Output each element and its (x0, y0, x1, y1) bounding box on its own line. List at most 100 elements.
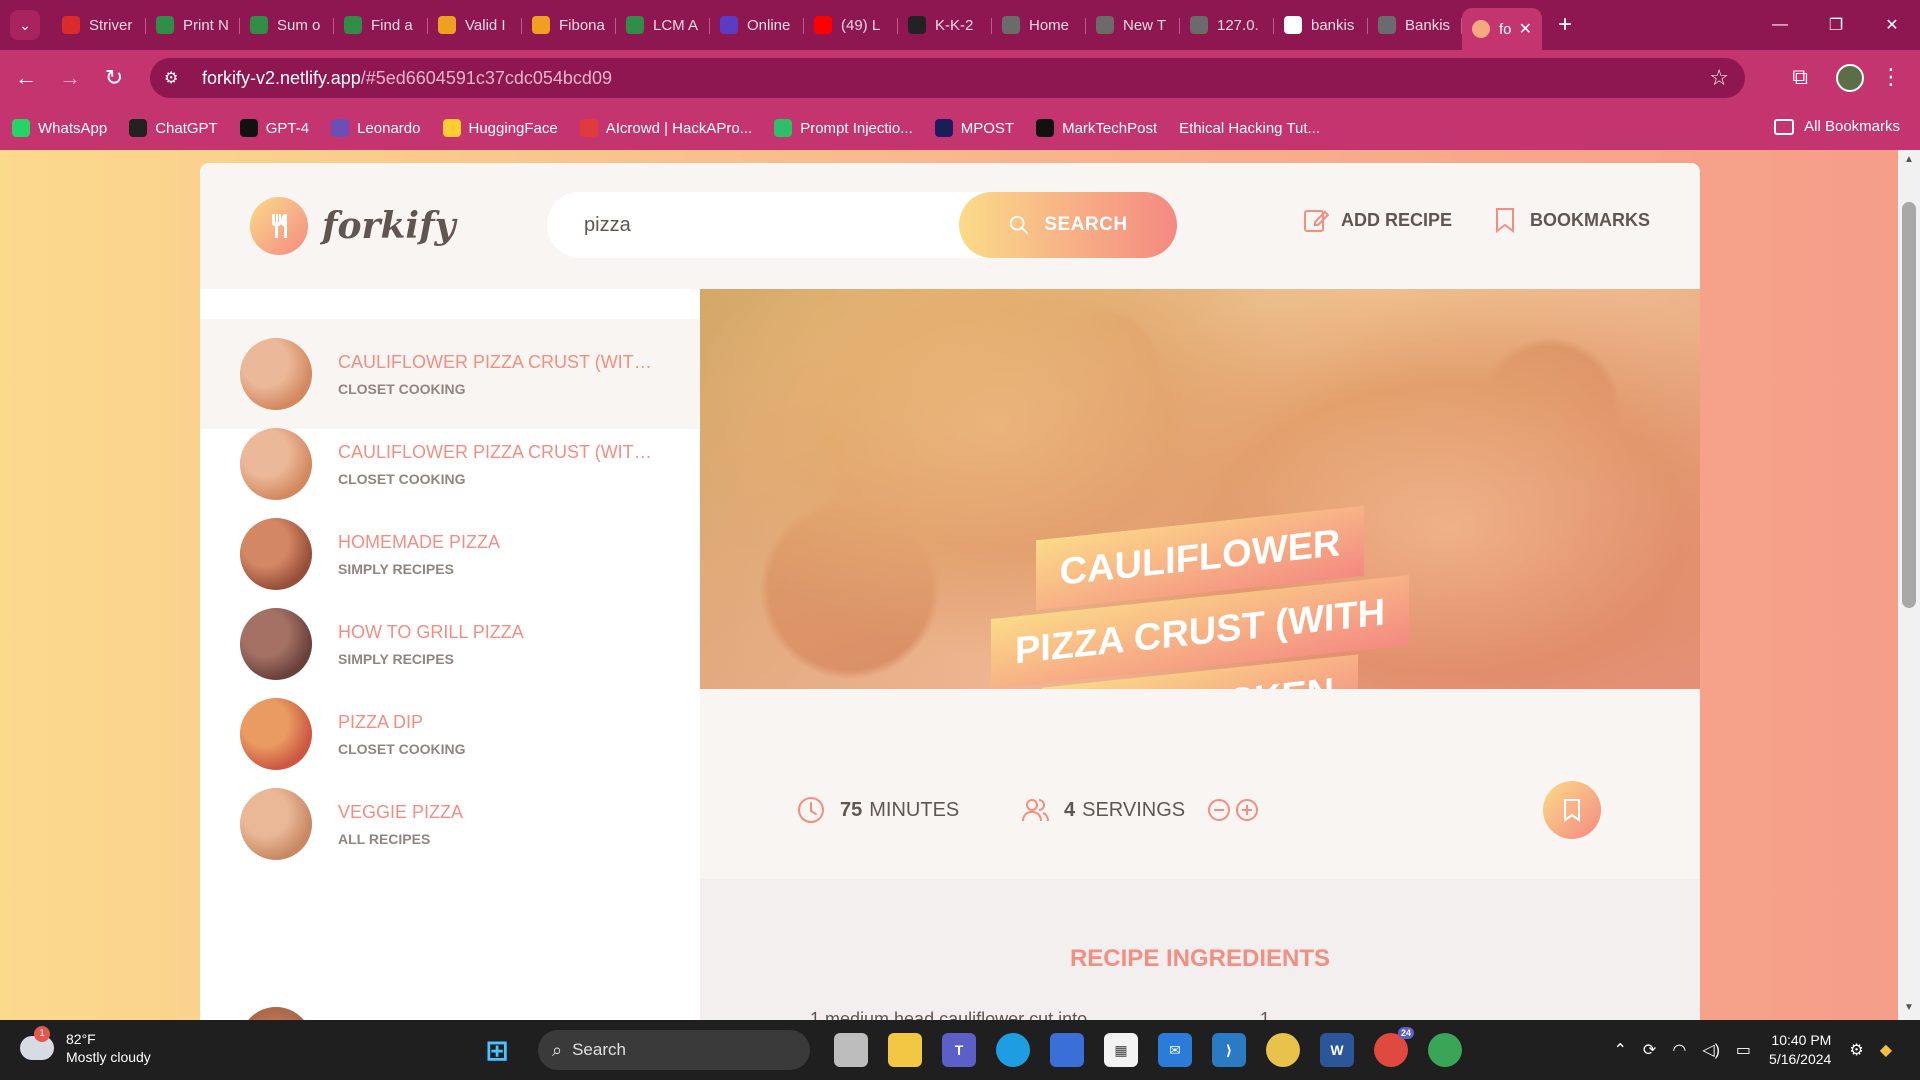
scroll-up-arrow[interactable]: ▲ (1902, 154, 1916, 168)
bookmark-item[interactable]: AIcrowd | HackAPro... (579, 119, 752, 137)
store-icon[interactable]: ▦ (1104, 1033, 1138, 1067)
tab-search-button[interactable]: ⌄ (10, 10, 40, 40)
word-icon[interactable]: W (1320, 1033, 1354, 1067)
page-scrollbar[interactable]: ▲ ▼ (1898, 150, 1920, 1020)
search-button[interactable]: Search (959, 192, 1177, 258)
address-bar[interactable]: ⚙ forkify-v2.netlify.app/#5ed6604591c37c… (150, 58, 1745, 98)
bookmark-label: Prompt Injectio... (800, 119, 913, 137)
vscode-icon[interactable]: ⟩ (1212, 1033, 1246, 1067)
recipe-thumbnail (240, 428, 312, 500)
tab-label: Striver (89, 16, 133, 34)
windows-start-icon[interactable]: ⊞ (480, 1033, 514, 1067)
servings-controls (1205, 798, 1261, 822)
cooking-time-value: 75 (840, 798, 863, 821)
browser-tab[interactable]: K-K-2 (898, 7, 992, 43)
browser-tab[interactable]: LCM A (616, 7, 710, 43)
tab-label: (49) L (841, 16, 881, 34)
url-path: /#5ed6604591c37cdc054bcd09 (360, 67, 612, 88)
reload-button[interactable]: ↻ (96, 60, 132, 96)
browser-tab[interactable]: (49) L (804, 7, 898, 43)
bookmark-item[interactable]: WhatsApp (12, 119, 107, 137)
mail-icon[interactable]: ✉ (1158, 1033, 1192, 1067)
new-tab-button[interactable]: + (1558, 11, 1572, 39)
bookmark-item[interactable]: Ethical Hacking Tut... (1179, 120, 1320, 137)
bookmark-item[interactable]: GPT-4 (239, 119, 309, 137)
volume-icon[interactable]: ◁) (1702, 1040, 1720, 1060)
bookmark-favicon-icon (934, 119, 953, 137)
browser-tab[interactable]: Find a (334, 7, 428, 43)
restore-button[interactable]: ❐ (1808, 0, 1864, 50)
battery-icon[interactable]: ▭ (1736, 1040, 1751, 1060)
result-publisher: Simply Recipes (338, 560, 454, 577)
scroll-down-arrow[interactable]: ▼ (1902, 1002, 1916, 1016)
site-settings-icon[interactable]: ⚙ (164, 68, 188, 88)
browser-tab[interactable]: Bankis (1368, 7, 1462, 43)
recipe-result[interactable]: Veggie Pizza All Recipes (200, 769, 700, 879)
taskbar-search[interactable]: ⌕ Search (538, 1030, 810, 1070)
bookmark-item[interactable]: Prompt Injectio... (774, 119, 913, 137)
browser-tab[interactable]: New T (1086, 7, 1180, 43)
browser-tab[interactable]: Valid I (428, 7, 522, 43)
bookmark-item[interactable]: MarkTechPost (1036, 119, 1157, 137)
bookmark-favicon-icon (12, 119, 30, 137)
tab-label: New T (1123, 16, 1167, 34)
plus-circle-icon[interactable] (1235, 798, 1259, 822)
browser-tab[interactable]: Online (710, 7, 804, 43)
settings-gear-icon[interactable]: ⚙ (1849, 1040, 1863, 1060)
servings: 4 servings (1020, 795, 1261, 825)
active-browser-tab[interactable]: fo ✕ (1462, 8, 1542, 50)
bookmark-star-icon[interactable]: ☆ (1709, 65, 1729, 91)
all-bookmarks-button[interactable]: All Bookmarks (1774, 118, 1900, 135)
search-icon: ⌕ (552, 1039, 563, 1060)
browser-tab[interactable]: Striver (52, 7, 146, 43)
page-viewport: forkify Search Add recipe Bookmarks (0, 150, 1920, 1020)
wifi-icon[interactable]: ◠ (1672, 1040, 1686, 1060)
bookmark-item[interactable]: MPOST (934, 119, 1014, 137)
edge-icon[interactable] (996, 1033, 1030, 1067)
scrollbar-thumb[interactable] (1902, 202, 1916, 608)
copilot-tray-icon[interactable]: ◆ (1880, 1040, 1892, 1060)
add-recipe-button[interactable]: Add recipe (1303, 207, 1452, 233)
browser-tab[interactable]: Home (992, 7, 1086, 43)
browser-tab[interactable]: Print N (146, 7, 240, 43)
profile-avatar[interactable] (1836, 64, 1864, 92)
chrome-profile-icon[interactable]: 24 (1374, 1027, 1414, 1067)
back-button[interactable]: ← (8, 60, 44, 96)
chevron-up-icon[interactable]: ⌃ (1614, 1040, 1627, 1060)
browser-tab[interactable]: bankis (1274, 7, 1368, 43)
teams-icon[interactable]: T (942, 1033, 976, 1067)
bookmark-item[interactable]: Leonardo (331, 119, 421, 137)
logo[interactable]: forkify (250, 197, 456, 255)
browser-tab[interactable]: Fibona (522, 7, 616, 43)
bookmark-item[interactable]: HuggingFace (442, 119, 558, 137)
search-button-label: Search (1044, 214, 1128, 235)
bookmark-recipe-button[interactable] (1543, 781, 1601, 839)
close-tab-icon[interactable]: ✕ (1519, 19, 1532, 39)
chrome-icon[interactable] (1266, 1033, 1300, 1067)
bookmark-item[interactable]: ChatGPT (129, 119, 218, 137)
clock[interactable]: 10:40 PM 5/16/2024 (1769, 1031, 1831, 1069)
browser-tab[interactable]: Sum o (240, 7, 334, 43)
search-input[interactable] (584, 192, 944, 258)
add-recipe-label: Add recipe (1340, 209, 1452, 230)
bookmarks-label: Bookmarks (1530, 209, 1650, 230)
task-view-icon[interactable] (834, 1033, 868, 1067)
copilot-icon[interactable] (1050, 1033, 1084, 1067)
close-window-button[interactable]: ✕ (1864, 0, 1920, 50)
tab-label: 127.0. (1217, 16, 1259, 34)
sync-icon[interactable]: ⟳ (1643, 1040, 1656, 1060)
reload-icon: ↻ (104, 65, 124, 90)
forward-button[interactable]: → (52, 60, 88, 96)
file-explorer-icon[interactable] (888, 1033, 922, 1067)
bookmarks-nav-button[interactable]: Bookmarks (1492, 207, 1650, 233)
browser-menu-icon[interactable]: ⋮ (1880, 64, 1902, 90)
weather-widget[interactable]: 1 82°F Mostly cloudy (20, 1026, 151, 1066)
tab-list: Striver Print N Sum o Find a Valid I Fibona LC… (52, 0, 1572, 50)
chrome-profile-2-icon[interactable] (1428, 1033, 1462, 1067)
extensions-icon[interactable]: ⧉ (1792, 64, 1808, 90)
minimize-button[interactable]: — (1752, 0, 1808, 50)
recipe-thumbnail (240, 1007, 312, 1020)
browser-tab[interactable]: 127.0. (1180, 7, 1274, 43)
ingredient-item: 1 (1260, 1009, 1271, 1020)
minus-circle-icon[interactable] (1207, 798, 1231, 822)
